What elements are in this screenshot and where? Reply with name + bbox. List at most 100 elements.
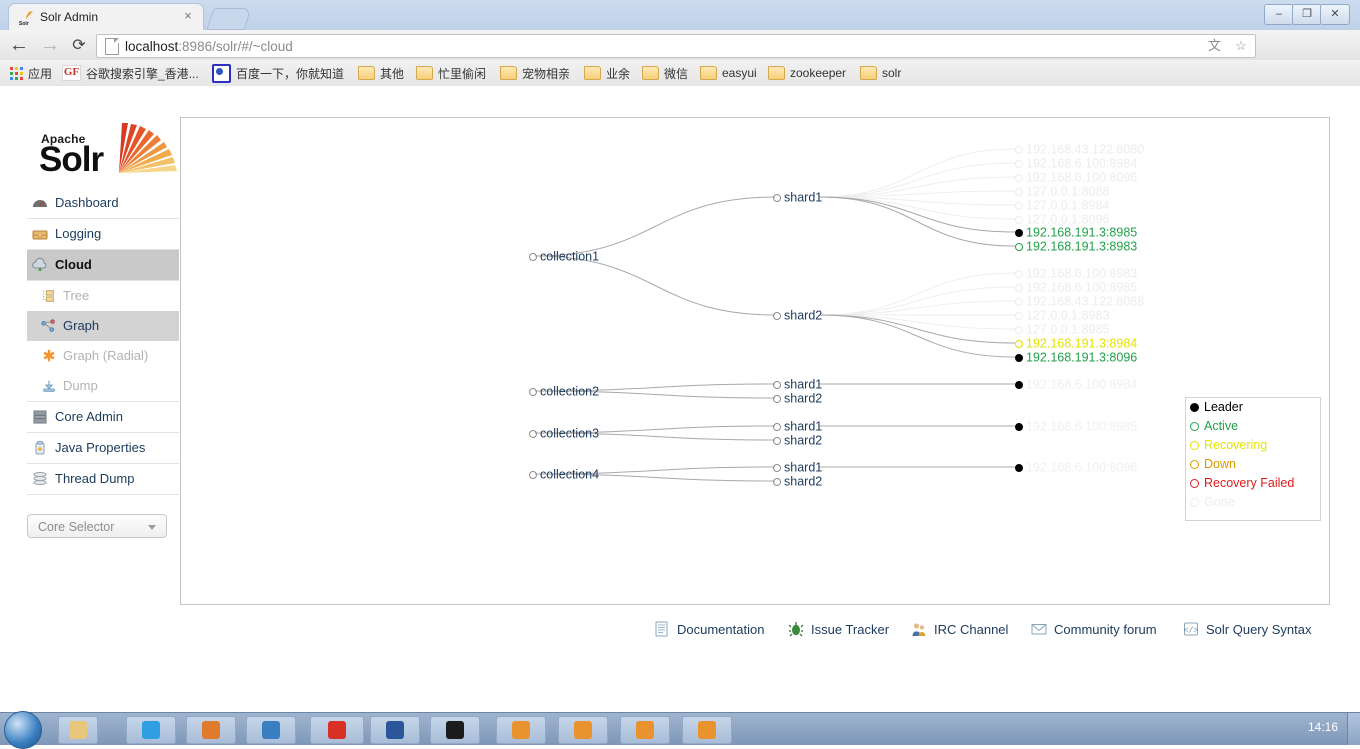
bookmark-item[interactable]: 宠物相亲: [500, 60, 584, 86]
window-close-button[interactable]: ✕: [1320, 4, 1350, 25]
bookmark-item[interactable]: 微信: [642, 60, 700, 86]
graph-replica-node[interactable]: 192.168.191.3:8983: [1015, 240, 1137, 253]
footer-link-irc-channel[interactable]: IRC Channel: [911, 616, 1008, 642]
graph-collection-node[interactable]: collection1: [529, 250, 599, 263]
taskbar-item-solr[interactable]: [496, 716, 546, 744]
taskbar-item-app-orange[interactable]: [186, 716, 236, 744]
start-button[interactable]: [4, 711, 42, 749]
node-dot-icon: [1015, 422, 1023, 431]
footer-link-issue-tracker[interactable]: Issue Tracker: [788, 616, 889, 642]
footer-link-label: Community forum: [1054, 621, 1157, 637]
reload-icon[interactable]: ⟳: [70, 37, 88, 55]
graph-replica-node[interactable]: 192.168.191.3:8984: [1015, 337, 1137, 350]
forward-icon[interactable]: →: [40, 35, 60, 55]
windows-taskbar: 14:16: [0, 711, 1360, 749]
node-dot-icon: [529, 387, 537, 396]
bookmark-item[interactable]: 百度一下，你就知道: [212, 60, 346, 86]
graph-replica-node[interactable]: 192.168.6.100:8985: [1015, 281, 1137, 294]
graph-shard-node[interactable]: shard1: [773, 378, 822, 391]
graph-replica-node[interactable]: 192.168.43.122:8088: [1015, 295, 1144, 308]
new-tab-button[interactable]: [206, 8, 252, 30]
window-minimize-button[interactable]: –: [1264, 4, 1294, 25]
graph-replica-node[interactable]: 192.168.6.100:8096: [1015, 461, 1137, 474]
legend-dot-icon: [1190, 479, 1199, 488]
graph-replica-node[interactable]: 192.168.6.100:8096: [1015, 171, 1137, 184]
graph-shard-node[interactable]: shard2: [773, 434, 822, 447]
taskbar-clock[interactable]: 14:16: [1308, 720, 1338, 734]
graph-shard-node[interactable]: shard1: [773, 420, 822, 433]
bookmark-star-icon[interactable]: ☆: [1233, 38, 1249, 54]
taskbar-item-explorer[interactable]: [58, 716, 98, 744]
taskbar-item-word[interactable]: [370, 716, 420, 744]
sidebar-item-logging[interactable]: Logging: [27, 219, 179, 250]
node-label: 192.168.6.100:8985: [1026, 280, 1138, 295]
bookmark-item[interactable]: zookeeper: [768, 60, 860, 86]
graph-replica-node[interactable]: 192.168.6.100:8984: [1015, 378, 1137, 391]
graph-replica-node[interactable]: 192.168.191.3:8096: [1015, 351, 1137, 364]
taskbar-item-app-globe[interactable]: [246, 716, 296, 744]
graph-shard-node[interactable]: shard2: [773, 475, 822, 488]
node-dot-icon: [1015, 201, 1023, 210]
sidebar-item-graph[interactable]: Graph: [27, 311, 179, 341]
node-dot-icon: [1015, 242, 1023, 251]
footer-link-community-forum[interactable]: Community forum: [1031, 616, 1157, 642]
sidebar-item-graph-radial[interactable]: Graph (Radial): [27, 341, 179, 371]
sidebar-item-thread-dump[interactable]: Thread Dump: [27, 464, 179, 495]
legend-label: Active: [1204, 419, 1239, 433]
graph-replica-node[interactable]: 127.0.0.1:8088: [1015, 185, 1109, 198]
translate-icon[interactable]: 文: [1207, 38, 1223, 54]
core-selector-dropdown[interactable]: Core Selector: [27, 514, 167, 538]
taskbar-item-console[interactable]: [430, 716, 480, 744]
graph-replica-node[interactable]: 192.168.6.100:8984: [1015, 157, 1137, 170]
sidebar-item-dump[interactable]: Dump: [27, 371, 179, 401]
show-desktop-button[interactable]: [1347, 713, 1360, 745]
back-icon[interactable]: ←: [9, 35, 29, 55]
node-label: shard1: [784, 419, 823, 434]
bookmark-item[interactable]: 其他: [358, 60, 416, 86]
sidebar-item-java-properties[interactable]: Java Properties: [27, 433, 179, 464]
footer-link-solr-query-syntax[interactable]: </> Solr Query Syntax: [1183, 616, 1312, 642]
sidebar-item-tree[interactable]: Tree: [27, 281, 179, 311]
taskbar-item-solr[interactable]: [558, 716, 608, 744]
graph-replica-node[interactable]: 192.168.6.100:8985: [1015, 420, 1137, 433]
graph-replica-node[interactable]: 192.168.6.100:8983: [1015, 267, 1137, 280]
sidebar-item-dashboard[interactable]: Dashboard: [27, 188, 179, 219]
node-label: collection4: [540, 467, 600, 482]
graph-replica-node[interactable]: 127.0.0.1:8096: [1015, 213, 1109, 226]
bookmark-label: 其他: [380, 66, 405, 81]
tab-solr-admin[interactable]: Solr Solr Admin ×: [8, 3, 204, 30]
graph-shard-node[interactable]: shard2: [773, 392, 822, 405]
window-maximize-button[interactable]: ❐: [1292, 4, 1322, 25]
taskbar-item-solr[interactable]: [682, 716, 732, 744]
graph-replica-node[interactable]: 127.0.0.1:8985: [1015, 323, 1109, 336]
graph-shard-node[interactable]: shard1: [773, 191, 822, 204]
node-dot-icon: [773, 193, 781, 202]
graph-replica-node[interactable]: 192.168.191.3:8985: [1015, 226, 1137, 239]
graph-collection-node[interactable]: collection2: [529, 385, 599, 398]
omnibox-actions: 文 ☆: [1201, 38, 1249, 54]
taskbar-item-chrome[interactable]: [310, 716, 364, 744]
core-admin-icon: [33, 410, 47, 424]
sidebar-item-core-admin[interactable]: Core Admin: [27, 402, 179, 433]
graph-replica-node[interactable]: 127.0.0.1:8983: [1015, 309, 1109, 322]
node-dot-icon: [1015, 228, 1023, 237]
bookmark-item[interactable]: easyui: [700, 60, 768, 86]
address-bar[interactable]: localhost:8986/solr/#/~cloud 文 ☆: [96, 34, 1256, 58]
taskbar-item-app-blue[interactable]: [126, 716, 176, 744]
bookmark-label: easyui: [722, 66, 757, 80]
graph-collection-node[interactable]: collection4: [529, 468, 599, 481]
sidebar-item-cloud[interactable]: Cloud: [27, 250, 179, 281]
bookmark-item[interactable]: 忙里偷闲: [416, 60, 500, 86]
solr-logo[interactable]: Apache Solr: [27, 116, 179, 188]
graph-replica-node[interactable]: 127.0.0.1:8984: [1015, 199, 1109, 212]
graph-collection-node[interactable]: collection3: [529, 427, 599, 440]
graph-shard-node[interactable]: shard2: [773, 309, 822, 322]
graph-shard-node[interactable]: shard1: [773, 461, 822, 474]
graph-replica-node[interactable]: 192.168.43.122:8080: [1015, 143, 1144, 156]
taskbar-item-solr[interactable]: [620, 716, 670, 744]
bookmark-item[interactable]: 业余: [584, 60, 642, 86]
tab-close-icon[interactable]: ×: [181, 9, 195, 23]
bookmark-item[interactable]: solr: [860, 60, 910, 86]
bookmark-item[interactable]: GF 谷歌搜索引擎_香港...: [62, 60, 202, 86]
footer-link-documentation[interactable]: Documentation: [654, 616, 764, 642]
